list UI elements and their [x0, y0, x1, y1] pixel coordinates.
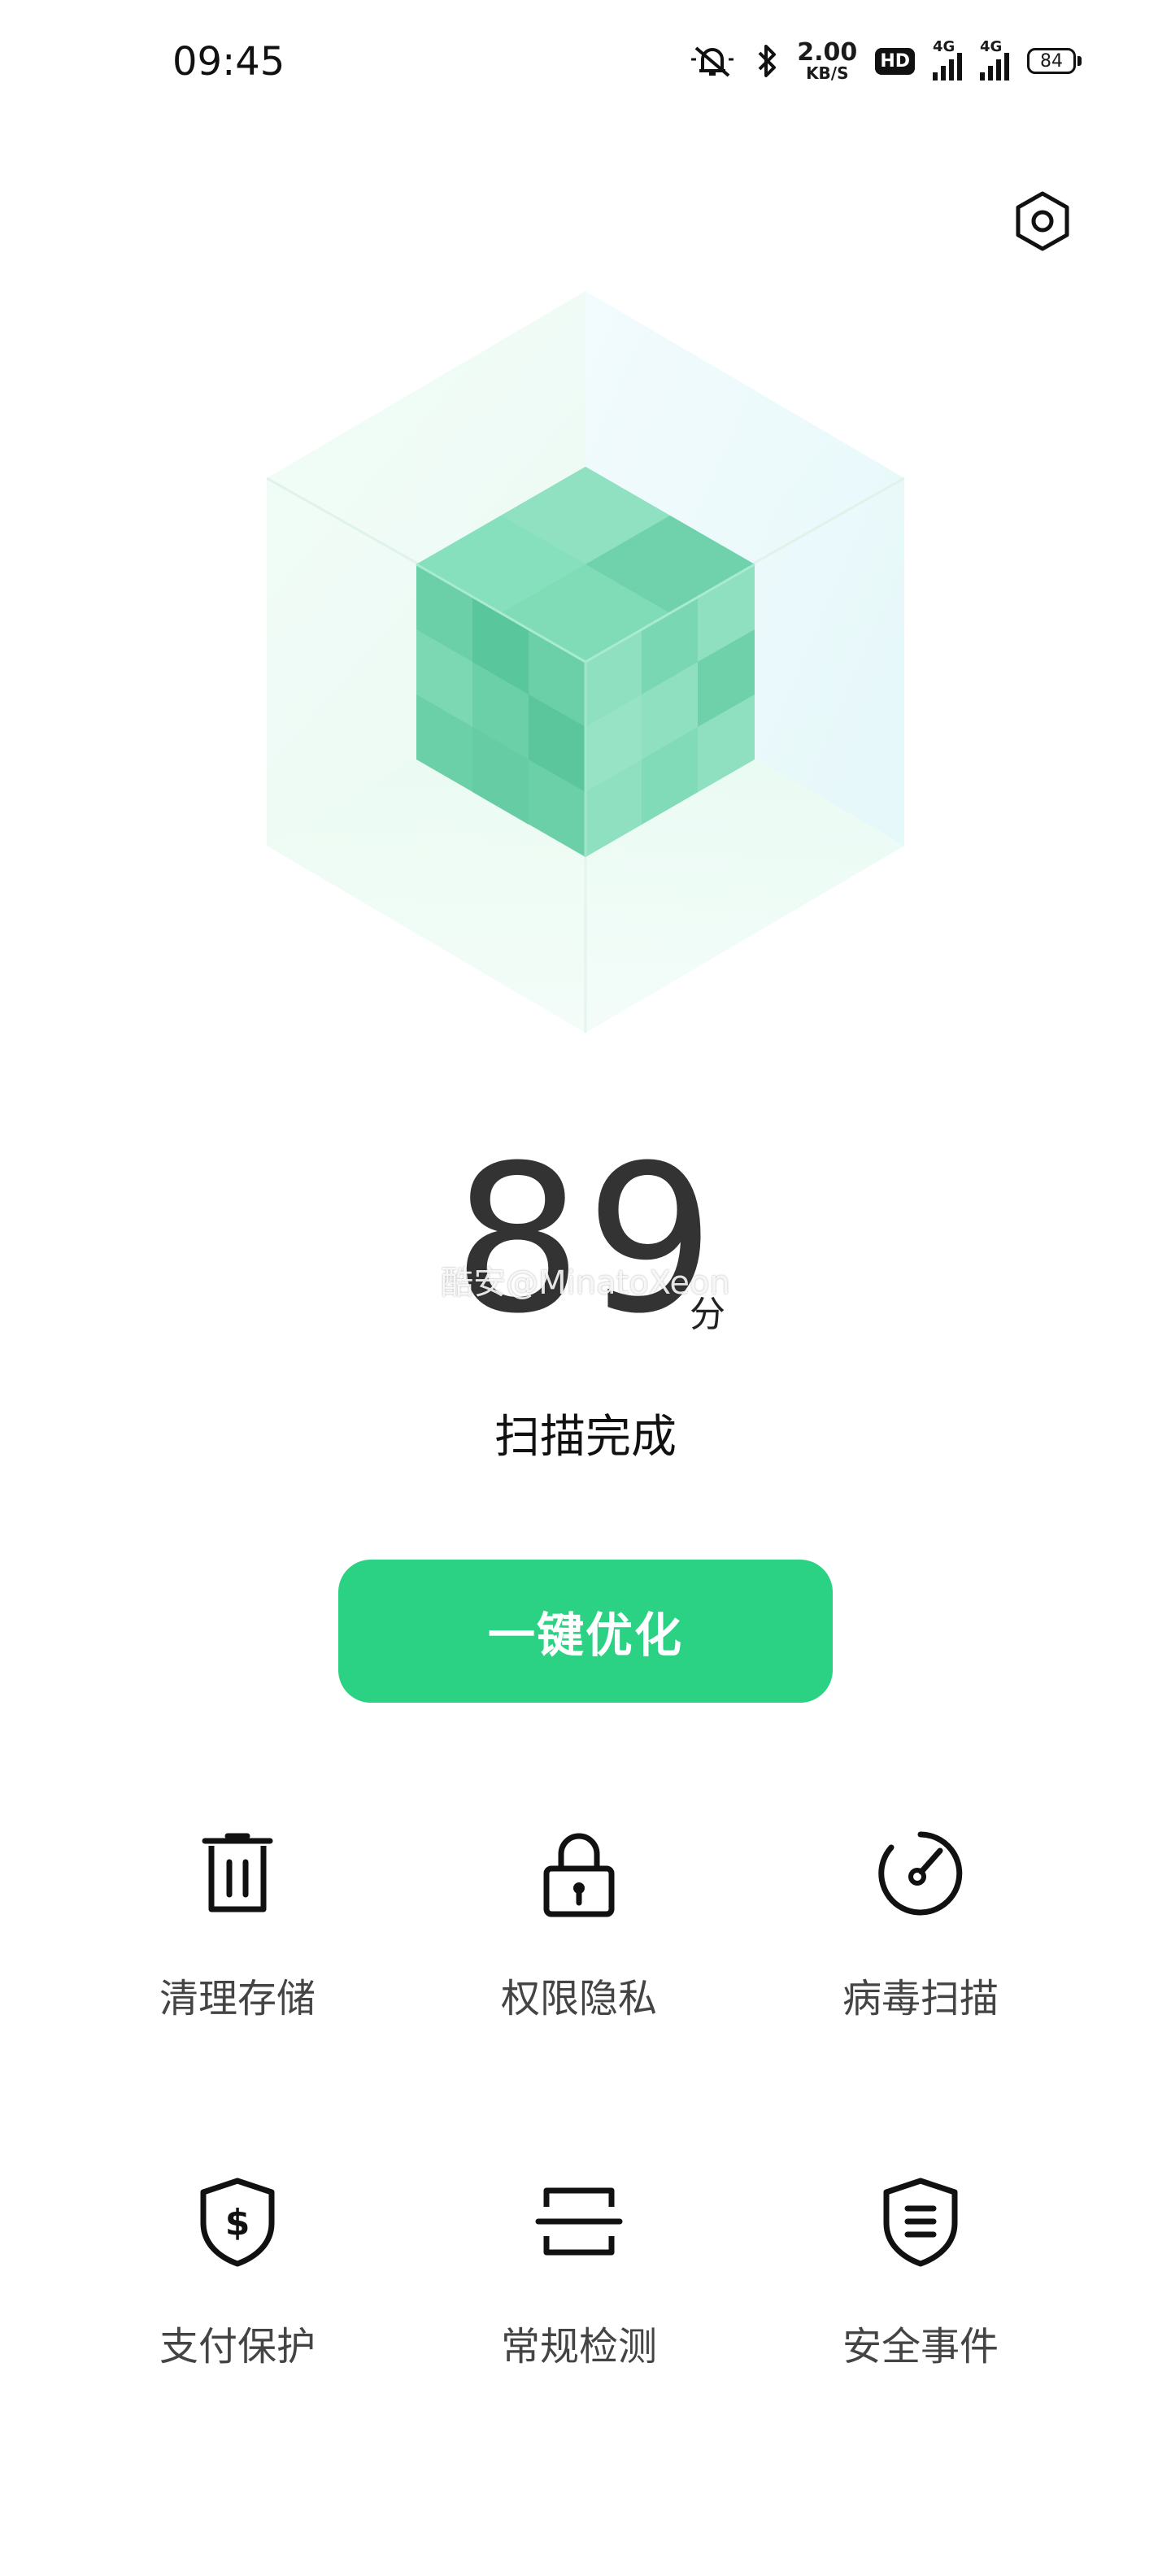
lock-icon	[543, 1833, 615, 1917]
tool-clean-storage[interactable]: 清理存储	[91, 1825, 384, 2069]
gauge-icon	[878, 1831, 963, 1916]
tool-label: 支付保护	[159, 2324, 316, 2369]
shield-list-icon	[883, 2178, 958, 2267]
svg-text:$: $	[225, 2202, 250, 2243]
scan-icon	[535, 2187, 623, 2256]
tool-security-events[interactable]: 安全事件	[774, 2173, 1067, 2417]
settings-hexagon-icon[interactable]	[1012, 190, 1073, 252]
tool-label: 安全事件	[842, 2324, 999, 2369]
sim2-network-label: 4G	[980, 38, 1003, 55]
sim1-network-label: 4G	[933, 38, 956, 55]
trash-icon	[202, 1833, 273, 1912]
hd-icon: HD	[875, 47, 915, 75]
tool-routine-check[interactable]: 常规检测	[433, 2173, 725, 2417]
tool-label: 权限隐私	[500, 1976, 657, 2021]
optimize-button[interactable]: 一键优化	[338, 1560, 833, 1703]
bluetooth-icon	[758, 45, 777, 77]
cube-icon	[266, 291, 905, 1033]
shield-dollar-icon: $	[200, 2178, 275, 2267]
watermark: 酷安@MinatoXeon	[441, 1264, 730, 1302]
status-icons: 2.00 KB/S HD 4G 4G 84	[688, 38, 1082, 83]
network-speed: 2.00 KB/S	[797, 38, 858, 83]
battery-level: 84	[1040, 50, 1063, 72]
bell-off-icon	[691, 46, 734, 77]
score: 89 分	[0, 1138, 1171, 1342]
tool-permission-privacy[interactable]: 权限隐私	[433, 1825, 725, 2069]
tool-label: 常规检测	[500, 2324, 657, 2369]
battery-icon: 84	[1027, 48, 1082, 74]
network-speed-unit: KB/S	[806, 63, 849, 83]
tool-virus-scan[interactable]: 病毒扫描	[774, 1825, 1067, 2069]
network-speed-value: 2.00	[797, 38, 858, 67]
status-time: 09:45	[172, 39, 285, 85]
tool-payment-protection[interactable]: $ 支付保护	[91, 2173, 384, 2417]
status-bar: 09:45 2.00 KB/S HD 4G 4G 84	[0, 0, 1171, 130]
signal-icon: 4G	[933, 38, 962, 80]
score-value: 89	[452, 1121, 719, 1358]
tool-label: 病毒扫描	[842, 1976, 999, 2021]
tool-label: 清理存储	[159, 1976, 316, 2021]
scan-status: 扫描完成	[494, 1411, 677, 1464]
signal-icon: 4G	[980, 38, 1009, 80]
